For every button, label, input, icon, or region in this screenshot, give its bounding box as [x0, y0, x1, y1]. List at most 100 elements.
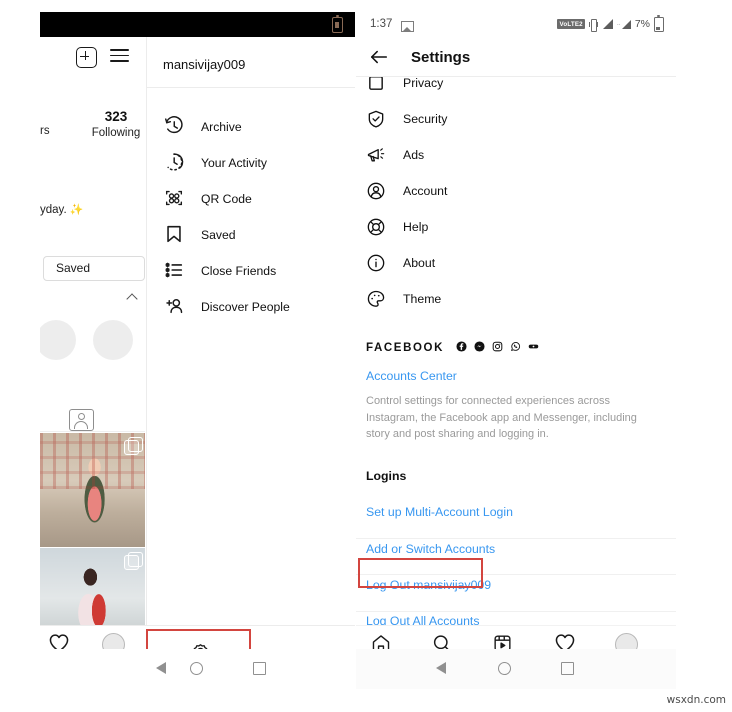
menu-header-divider [146, 87, 355, 88]
menu-item-label: Your Activity [201, 156, 267, 170]
menu-item-label: Archive [201, 120, 242, 134]
battery-icon [654, 14, 664, 32]
settings-item-ads[interactable]: Ads [366, 139, 666, 175]
status-bar-indicators: VoLTE2 ·· 7% [557, 14, 664, 32]
menu-item-label: QR Code [201, 192, 252, 206]
menu-item-label: Discover People [201, 300, 290, 314]
menu-item-archive[interactable]: Archive [163, 112, 355, 148]
info-circle-icon [366, 253, 388, 275]
settings-item-security[interactable]: Security [366, 103, 666, 139]
list-divider [356, 538, 676, 539]
close-friends-list-icon [163, 259, 185, 281]
link-setup-multi-account-login[interactable]: Set up Multi-Account Login [366, 505, 513, 519]
settings-list[interactable]: Privacy Security Ads Account Help About … [356, 77, 676, 625]
back-arrow-icon[interactable] [368, 47, 390, 67]
facebook-brand-icons [456, 339, 541, 357]
profile-top-bar [40, 37, 145, 75]
settings-item-label: Privacy [403, 77, 444, 90]
settings-item-label: Account [403, 184, 448, 198]
settings-item-label: Help [403, 220, 429, 234]
settings-item-help[interactable]: Help [366, 211, 666, 247]
following-count: 323 [104, 109, 128, 124]
settings-item-about[interactable]: About [366, 247, 666, 283]
facebook-icon [456, 339, 467, 357]
watermark: wsxdn.com [666, 694, 726, 706]
facebook-section-header: FACEBOOK [366, 339, 666, 357]
archive-clock-icon [163, 115, 185, 137]
menu-item-label: Close Friends [201, 264, 277, 278]
home-circle-icon[interactable] [190, 662, 203, 675]
chevron-up-icon[interactable] [128, 292, 137, 301]
right-status-bar: 1:37 VoLTE2 ·· 7% [356, 12, 676, 38]
qr-code-icon [163, 187, 185, 209]
tagged-photos-icon[interactable] [69, 409, 94, 431]
page-title: Settings [411, 49, 471, 66]
vibrate-icon [588, 18, 598, 32]
link-log-out-all-accounts[interactable]: Log Out All Accounts [366, 614, 479, 625]
menu-item-saved[interactable]: Saved [163, 220, 355, 256]
battery-icon [332, 14, 343, 33]
post-thumbnail[interactable] [40, 548, 145, 625]
signal-bars-sim2-icon: ·· [617, 19, 631, 29]
logins-section-title: Logins [366, 469, 407, 483]
hamburger-menu-icon[interactable] [110, 49, 129, 63]
settings-item-theme[interactable]: Theme [366, 283, 666, 319]
story-highlight-circle[interactable] [93, 320, 133, 360]
menu-item-qr-code[interactable]: QR Code [163, 184, 355, 220]
highlight-box-log-out [358, 558, 483, 588]
list-divider [356, 611, 676, 612]
settings-item-privacy[interactable]: Privacy [366, 77, 666, 103]
facebook-section-title: FACEBOOK [366, 342, 444, 355]
settings-item-label: Ads [403, 148, 425, 162]
settings-item-label: About [403, 256, 436, 270]
menu-item-label: Saved [201, 228, 236, 242]
bio-text-partial: yday. ✨ [40, 203, 84, 216]
saved-button[interactable]: Saved [43, 256, 145, 281]
story-highlight-circle[interactable] [40, 320, 76, 360]
bio-fragment: yday. [40, 204, 67, 216]
back-triangle-icon[interactable] [156, 662, 166, 674]
left-status-bar [40, 12, 355, 37]
lock-square-icon [366, 77, 388, 95]
messenger-icon [474, 339, 485, 357]
grid-divider [40, 431, 145, 432]
portal-icon [528, 339, 539, 357]
add-post-icon[interactable] [76, 47, 97, 68]
link-add-or-switch-accounts[interactable]: Add or Switch Accounts [366, 542, 495, 556]
home-circle-icon[interactable] [498, 662, 511, 675]
battery-percent: 7% [634, 18, 650, 30]
right-system-nav [356, 649, 676, 689]
post-thumbnail[interactable] [40, 433, 145, 547]
facebook-description: Control settings for connected experienc… [366, 395, 637, 440]
side-menu-sheet: mansivijay009 Archive Your Activity QR C… [146, 37, 355, 625]
back-triangle-icon[interactable] [436, 662, 446, 674]
settings-item-account[interactable]: Account [366, 175, 666, 211]
bookmark-icon [163, 223, 185, 245]
recents-square-icon[interactable] [561, 662, 574, 675]
sparkles-icon: ✨ [69, 204, 84, 216]
stat-following[interactable]: 323 Following [86, 109, 145, 141]
settings-item-label: Theme [403, 292, 442, 306]
add-person-icon [163, 295, 185, 317]
recents-square-icon[interactable] [253, 662, 266, 675]
menu-username: mansivijay009 [163, 57, 246, 72]
volte-badge: VoLTE2 [557, 19, 585, 29]
followers-label-partial: rs [40, 125, 50, 137]
account-person-icon [366, 181, 388, 203]
image-icon [401, 21, 414, 32]
multi-post-icon [124, 437, 143, 455]
accounts-center-link[interactable]: Accounts Center [366, 369, 457, 383]
life-ring-icon [366, 217, 388, 239]
menu-item-discover-people[interactable]: Discover People [163, 292, 355, 328]
palette-icon [366, 289, 388, 311]
instagram-icon [492, 339, 503, 357]
multi-post-icon [124, 552, 143, 570]
whatsapp-icon [510, 339, 521, 357]
left-phone-screenshot: 323 Following rs yday. ✨ Saved mansivija… [40, 12, 355, 672]
menu-item-close-friends[interactable]: Close Friends [163, 256, 355, 292]
menu-item-your-activity[interactable]: Your Activity [163, 148, 355, 184]
settings-item-label: Security [403, 112, 448, 126]
shield-check-icon [366, 109, 388, 131]
saved-button-label: Saved [56, 261, 91, 275]
left-system-nav [40, 649, 355, 689]
